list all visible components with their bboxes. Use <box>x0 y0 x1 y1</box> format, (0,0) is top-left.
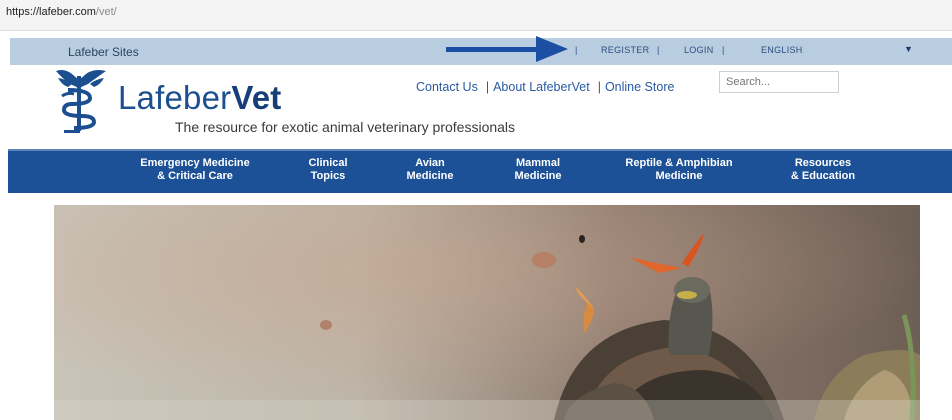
online-store-link[interactable]: Online Store <box>605 80 674 94</box>
sep-3: | <box>722 45 725 55</box>
nav-resources-education[interactable]: Resources & Education <box>773 157 873 183</box>
nav-mammal-medicine[interactable]: Mammal Medicine <box>498 157 578 183</box>
lafeber-sites-link[interactable]: Lafeber Sites <box>68 45 139 59</box>
logo-light: Lafeber <box>118 79 232 116</box>
nav-clinical-topics[interactable]: Clinical Topics <box>293 157 363 183</box>
url-host: https://lafeber.com <box>6 6 96 18</box>
nav-reptile-amphibian-medicine[interactable]: Reptile & Amphibian Medicine <box>604 157 754 183</box>
hero-image <box>54 205 920 420</box>
header-links: Contact Us | About LafeberVet | Online Store <box>416 80 678 94</box>
login-link[interactable]: LOGIN <box>684 45 714 55</box>
language-select[interactable]: ENGLISH <box>761 45 803 55</box>
caduceus-logo-icon[interactable] <box>50 66 112 136</box>
site-tagline: The resource for exotic animal veterinar… <box>175 119 516 135</box>
site-logo-text[interactable]: LafeberVet <box>118 79 281 117</box>
chevron-down-icon[interactable]: ▼ <box>904 44 913 54</box>
sep-1: | <box>575 45 578 55</box>
browser-address-bar[interactable]: https://lafeber.com/vet/ <box>0 0 952 31</box>
url-path: /vet/ <box>95 6 117 18</box>
register-link[interactable]: REGISTER <box>601 45 649 55</box>
nav-emergency-medicine[interactable]: Emergency Medicine & Critical Care <box>130 157 260 183</box>
search-input[interactable] <box>719 71 839 93</box>
header-sep-2: | <box>597 80 601 94</box>
logo-bold: Vet <box>231 79 282 116</box>
about-link[interactable]: About LafeberVet <box>493 80 590 94</box>
nav-avian-medicine[interactable]: Avian Medicine <box>395 157 465 183</box>
sep-2: | <box>657 45 660 55</box>
arrow-right-icon <box>446 36 568 62</box>
header-sep-1: | <box>485 80 490 94</box>
contact-us-link[interactable]: Contact Us <box>416 80 478 94</box>
url-text[interactable]: https://lafeber.com/vet/ <box>6 6 117 18</box>
main-navigation: Emergency Medicine & Critical Care Clini… <box>8 149 952 193</box>
